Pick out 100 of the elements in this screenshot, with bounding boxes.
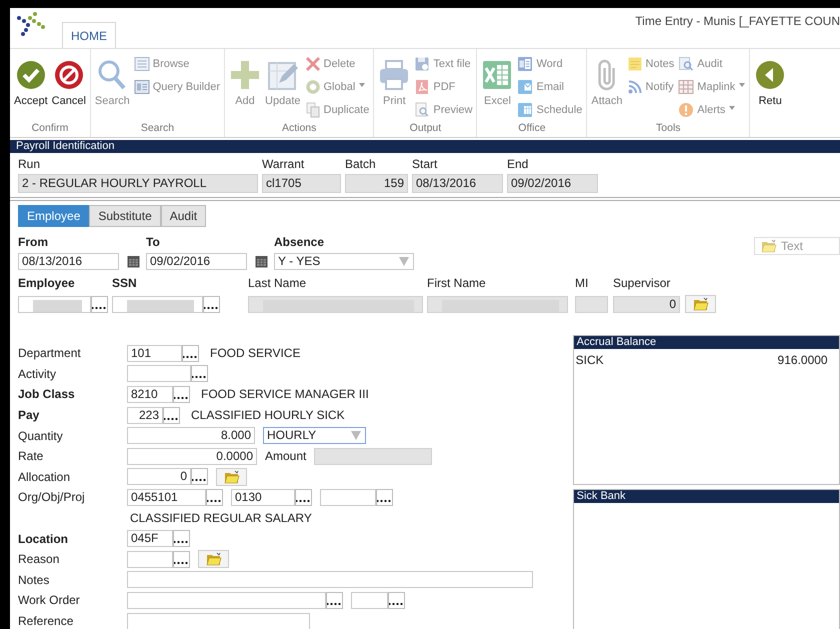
group-label: Office — [518, 122, 546, 134]
lookup-button[interactable] — [295, 488, 312, 506]
input-field[interactable]: 0.0000 — [127, 448, 257, 465]
search-icon — [96, 59, 128, 91]
pdf-icon — [414, 78, 430, 94]
description-text: FOOD SERVICE — [210, 346, 300, 360]
lookup-button[interactable] — [203, 296, 220, 313]
tab[interactable]: Employee — [18, 205, 90, 227]
field-label: Absence — [274, 235, 326, 249]
field-label: Run — [18, 157, 42, 171]
field-label: Org/Obj/Proj — [18, 490, 85, 504]
date-field[interactable]: 08/13/2016 — [18, 253, 119, 270]
lookup-button[interactable] — [173, 550, 190, 568]
field-label: Reason — [18, 552, 60, 566]
readonly-field: 08/13/2016 — [412, 174, 503, 193]
pencil-icon — [266, 59, 299, 91]
field-label: SSN — [112, 276, 138, 290]
section-header: Payroll Identification — [10, 140, 840, 153]
field-label: Pay — [18, 408, 40, 422]
plus-icon — [229, 59, 262, 91]
field-label: Employee — [18, 276, 76, 290]
readonly-field: 09/02/2016 — [507, 174, 598, 193]
input-field[interactable]: 8210 — [127, 386, 173, 403]
lookup-button[interactable] — [163, 406, 180, 424]
panel-header: Sick Bank — [574, 490, 839, 503]
field-label: Notes — [18, 572, 50, 587]
input-field[interactable] — [127, 592, 326, 609]
field-label: First Name — [427, 276, 487, 290]
folder-icon — [206, 552, 222, 566]
ring-icon — [304, 78, 320, 94]
lookup-button[interactable] — [91, 296, 108, 313]
field-label: Location — [18, 532, 68, 546]
input-field[interactable]: 045F — [127, 530, 173, 548]
input-field[interactable]: 0 — [127, 468, 191, 486]
lookup-button[interactable] — [326, 592, 343, 609]
ribbon-button[interactable]: Retu — [753, 53, 788, 107]
field-label: Quantity — [18, 428, 63, 443]
note-icon — [626, 56, 643, 72]
document-icon — [517, 56, 534, 72]
lookup-button[interactable] — [388, 592, 405, 609]
balance-name: SICK — [576, 353, 604, 367]
alert-icon — [678, 102, 694, 118]
field-label: Batch — [345, 157, 377, 171]
group-label: Confirm — [32, 122, 68, 134]
lookup-button[interactable] — [173, 530, 190, 548]
folder-button[interactable] — [198, 550, 229, 568]
date-field[interactable]: 09/02/2016 — [146, 253, 247, 270]
readonly-field: 159 — [345, 174, 408, 193]
input-field[interactable] — [127, 571, 533, 588]
readonly-field[interactable] — [314, 448, 432, 465]
group-label: Output — [410, 122, 442, 134]
group-label: Search — [140, 122, 174, 134]
window-title: Time Entry - Munis [_FAYETTE COUN — [635, 14, 840, 28]
table-icon — [134, 78, 150, 94]
caret-icon — [729, 106, 736, 110]
tab[interactable]: Audit — [160, 205, 206, 227]
lookup-button[interactable] — [191, 365, 208, 382]
input-field[interactable] — [127, 550, 173, 568]
field-label: Reference — [18, 614, 74, 628]
dropdown-field[interactable]: Y - YES — [274, 253, 414, 270]
input-field[interactable] — [351, 592, 388, 609]
input-field[interactable] — [127, 365, 191, 382]
folder-icon — [761, 239, 777, 253]
field-label: Warrant — [262, 157, 306, 171]
input-field[interactable]: 223 — [127, 406, 163, 424]
description-text: CLASSIFIED HOURLY SICK — [191, 408, 345, 422]
balance-value: 916.0000 — [778, 353, 828, 367]
folder-button[interactable] — [685, 295, 716, 313]
ribbon-button[interactable]: Cancel — [50, 53, 87, 107]
folder-icon — [224, 470, 240, 484]
field-label: Activity — [18, 366, 56, 381]
field-label: Start — [412, 157, 438, 171]
input-field[interactable]: 101 — [127, 344, 182, 362]
field-label: Allocation — [18, 470, 70, 484]
input-field[interactable] — [320, 488, 376, 506]
calendar-icon[interactable] — [255, 255, 268, 268]
no-entry-icon — [52, 59, 85, 91]
input-field[interactable] — [112, 296, 203, 313]
lookup-button[interactable] — [376, 488, 393, 506]
lookup-button[interactable] — [182, 344, 199, 362]
lookup-button[interactable] — [206, 488, 223, 506]
field-label: Department — [18, 346, 81, 360]
caret-icon — [359, 83, 366, 87]
ribbon-button[interactable]: Accept — [13, 53, 49, 107]
magnifier-page-icon — [678, 56, 694, 72]
lookup-button[interactable] — [173, 386, 190, 403]
lookup-button[interactable] — [191, 468, 208, 486]
input-field[interactable]: 0455101 — [127, 488, 206, 506]
field-label: Rate — [18, 449, 44, 464]
feed-icon — [626, 78, 643, 94]
tab[interactable]: Substitute — [89, 205, 161, 227]
x-icon — [304, 56, 320, 72]
input-field[interactable]: 0130 — [231, 488, 295, 506]
dropdown-field[interactable]: HOURLY — [263, 427, 366, 444]
input-field[interactable] — [127, 612, 310, 629]
ribbon-tab[interactable]: HOME — [62, 22, 116, 48]
printer-icon — [378, 59, 410, 91]
input-field[interactable] — [18, 296, 91, 313]
calendar-icon[interactable] — [127, 255, 140, 268]
input-field[interactable]: 8.000 — [127, 427, 255, 444]
